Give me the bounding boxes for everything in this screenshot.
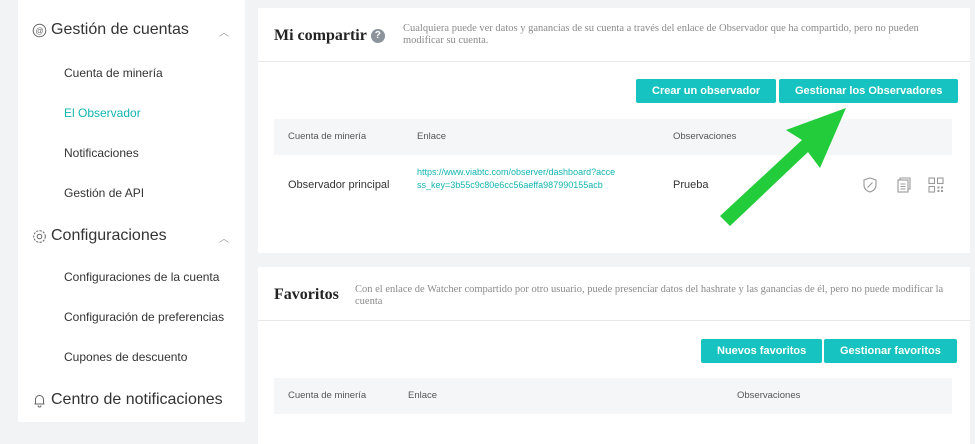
row-note: Prueba xyxy=(673,179,709,191)
column-header: Cuenta de minería xyxy=(288,131,367,142)
share-description: Cualquiera puede ver datos y ganancias d… xyxy=(403,23,919,46)
sidebar-item-notifications[interactable]: Notificaciones xyxy=(64,146,139,160)
sidebar-item-api[interactable]: Gestión de API xyxy=(64,186,144,200)
new-favorites-button[interactable]: Nuevos favoritos xyxy=(701,339,823,363)
copy-icon[interactable] xyxy=(894,176,912,194)
row-account: Observador principal xyxy=(288,179,390,191)
share-title: Mi compartir ? xyxy=(274,27,385,45)
sidebar-item-observer[interactable]: El Observador xyxy=(64,106,141,120)
sidebar-item-account-settings[interactable]: Configuraciones de la cuenta xyxy=(64,270,219,284)
annotation-arrow-icon xyxy=(720,108,846,226)
divider xyxy=(258,61,970,62)
gear-icon xyxy=(32,229,47,244)
sidebar: @ Gestión de cuentas ︿ Cuenta de minería… xyxy=(18,0,245,422)
help-icon[interactable]: ? xyxy=(370,29,385,43)
sidebar-item-preferences[interactable]: Configuración de preferencias xyxy=(64,310,224,324)
column-header: Cuenta de minería xyxy=(288,390,367,401)
manage-favorites-button[interactable]: Gestionar favoritos xyxy=(824,339,957,363)
sidebar-group-label: Gestión de cuentas xyxy=(51,21,189,38)
sidebar-group-settings[interactable]: Configuraciones xyxy=(32,227,167,245)
favorites-card: Favoritos Con el enlace de Watcher compa… xyxy=(258,267,970,444)
column-header: Enlace xyxy=(417,131,447,142)
sidebar-group-notification-center[interactable]: Centro de notificaciones xyxy=(32,391,223,409)
share-card: Mi compartir ? Cualquiera puede ver dato… xyxy=(258,8,970,253)
sidebar-group-label: Configuraciones xyxy=(51,227,167,244)
favorites-description: Con el enlace de Watcher compartido por … xyxy=(355,284,944,307)
share-title-text: Mi compartir xyxy=(274,27,367,44)
table-header: Cuenta de minería Enlace Observaciones xyxy=(274,378,952,414)
sidebar-group-label: Centro de notificaciones xyxy=(51,391,223,408)
sidebar-item-coupons[interactable]: Cupones de descuento xyxy=(64,350,187,364)
qr-code-icon[interactable] xyxy=(927,176,945,194)
chevron-up-icon[interactable]: ︿ xyxy=(219,24,229,39)
column-header: Observaciones xyxy=(737,390,801,401)
sidebar-group-account-management[interactable]: @ Gestión de cuentas xyxy=(32,21,189,39)
divider xyxy=(258,320,970,321)
sidebar-item-mining-account[interactable]: Cuenta de minería xyxy=(64,66,163,80)
favorites-title: Favoritos xyxy=(274,286,339,303)
edit-icon[interactable] xyxy=(861,176,879,194)
bell-icon xyxy=(32,393,47,408)
account-icon: @ xyxy=(32,23,47,38)
observer-link[interactable]: https://www.viabtc.com/observer/dashboar… xyxy=(417,166,617,191)
column-header: Enlace xyxy=(408,390,438,401)
svg-text:@: @ xyxy=(35,26,43,35)
chevron-up-icon[interactable]: ︿ xyxy=(219,230,229,245)
